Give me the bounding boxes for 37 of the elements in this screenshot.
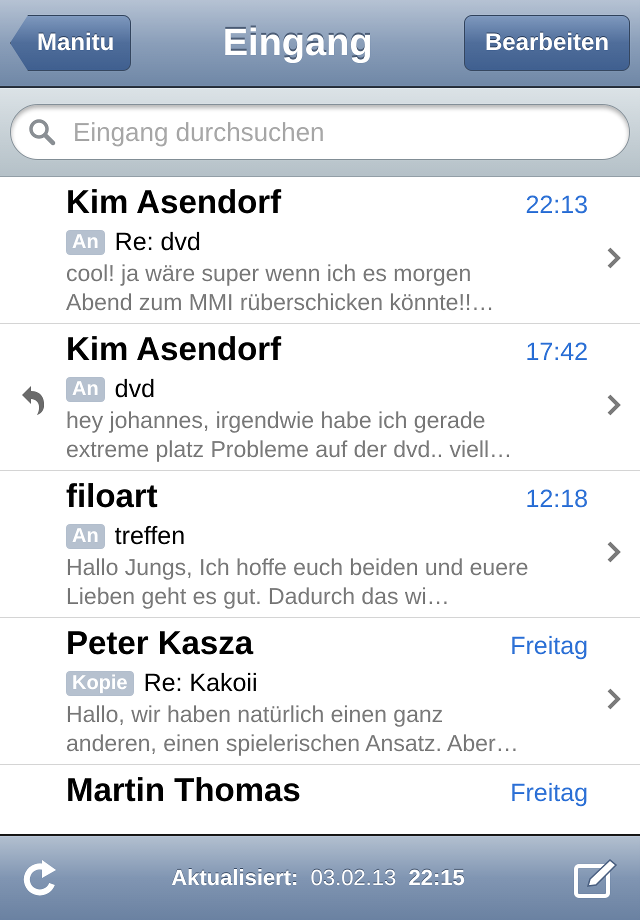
message-preview: cool! ja wäre super wenn ich es morgen Abend zum MMI rüberschicken könnte!!… — [66, 259, 496, 317]
message-time: Freitag — [510, 632, 588, 661]
compose-icon[interactable] — [574, 858, 618, 898]
message-time: 12:18 — [525, 485, 588, 514]
recipient-badge: An — [66, 524, 105, 548]
message-preview: hey johannes, irgendwie habe ich gerade extreme platz Probleme auf der dvd.. viell… — [66, 406, 514, 464]
sender-name: Peter Kasza — [66, 624, 254, 662]
window-title: Eingang — [222, 22, 373, 64]
search-field[interactable]: Eingang durchsuchen — [10, 104, 630, 160]
recipient-badge: An — [66, 376, 105, 402]
sender-name: Kim Asendorf — [66, 183, 282, 221]
message-row[interactable]: Martin Thomas Freitag — [0, 765, 640, 813]
chevron-icon — [607, 541, 621, 563]
chevron-icon — [607, 688, 621, 710]
sender-name: Kim Asendorf — [66, 330, 282, 368]
message-subject: Re: dvd — [114, 228, 201, 256]
message-preview: Hallo Jungs, Ich hoffe euch beiden und euere Lieben geht es gut. Dadurch das wi… — [66, 553, 530, 611]
message-time: 22:13 — [525, 191, 588, 220]
message-row[interactable]: filoart 12:18 An treffen Hallo Jungs, Ich hoffe euch beiden und euere Lieben geht es gut. Dadurch das wi… — [0, 471, 640, 618]
back-button[interactable]: Manitu — [10, 15, 132, 71]
message-row[interactable]: Peter Kasza Freitag Kopie Re: Kakoii Hallo, wir haben natürlich einen ganz anderen, einen spielerischen Ansatz. Aber… — [0, 618, 640, 765]
update-status: Aktualisiert: 03.02.13 22:15 — [171, 865, 465, 891]
chevron-icon — [607, 247, 621, 269]
message-time: Freitag — [510, 779, 588, 808]
message-subject: treffen — [114, 522, 186, 550]
edit-button[interactable]: Bearbeiten — [464, 15, 630, 71]
message-subject: Re: Kakoii — [144, 668, 258, 698]
message-subject: dvd — [114, 374, 155, 404]
chevron-icon — [607, 394, 621, 416]
sender-name: filoart — [66, 477, 158, 515]
message-row[interactable]: Kim Asendorf 22:13 An Re: dvd cool! ja wäre super wenn ich es morgen Abend zum MMI rüberschicken könnte!!… — [0, 177, 640, 324]
recipient-badge: An — [66, 230, 105, 254]
recipient-badge: Kopie — [66, 670, 134, 696]
message-time: 17:42 — [525, 338, 588, 367]
sender-name: Martin Thomas — [66, 771, 301, 809]
message-preview: Hallo, wir haben natürlich einen ganz anderen, einen spielerischen Ansatz. Aber… — [66, 700, 520, 758]
message-row[interactable]: Kim Asendorf 17:42 An dvd hey johannes, irgendwie habe ich gerade extreme platz Probleme auf der dvd.. viell… — [0, 324, 640, 471]
